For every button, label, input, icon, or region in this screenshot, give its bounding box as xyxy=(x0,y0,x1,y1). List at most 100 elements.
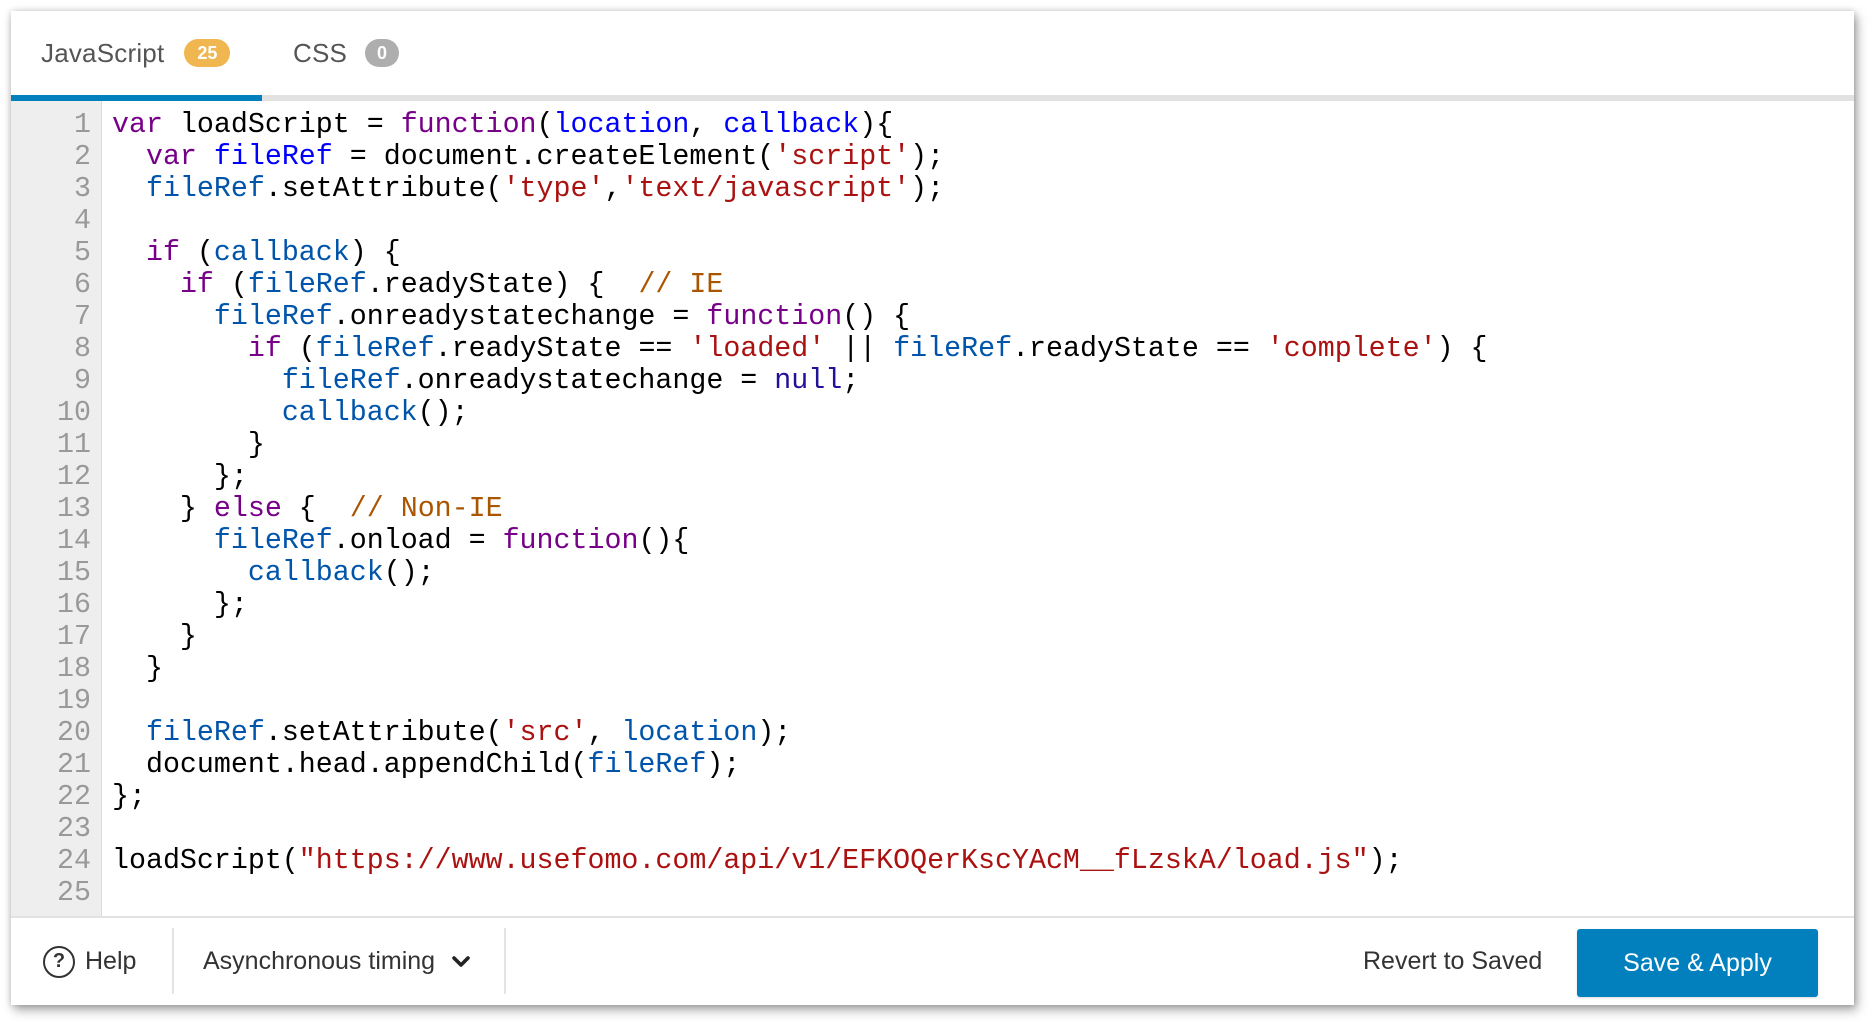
token-keyword: function xyxy=(502,525,639,557)
code-editor[interactable]: 1 var loadScript = function ( location, cal… xyxy=(11,101,1854,916)
line-number: 1 xyxy=(74,109,91,141)
timing-dropdown-label: Asynchronous timing xyxy=(203,947,436,975)
token-plain: } xyxy=(112,621,197,653)
code-line[interactable]: 22}; xyxy=(11,781,1854,813)
token-plain: { xyxy=(281,493,350,525)
code-text: document.head.appendChild(fileRef); xyxy=(112,749,740,781)
token-plain: ; xyxy=(842,365,860,397)
token-plain: ( xyxy=(213,269,248,301)
tab-css[interactable]: CSS 0 xyxy=(293,11,400,95)
code-line[interactable]: 3 fileRef.setAttribute('type','text/java… xyxy=(11,173,1854,205)
chevron-down-icon xyxy=(452,955,470,967)
token-plain: = document.createElement( xyxy=(332,141,775,173)
code-line[interactable]: 23 xyxy=(11,813,1854,845)
tab-javascript-label: JavaScript xyxy=(41,37,165,68)
code-text: }; xyxy=(112,781,146,813)
help-button[interactable]: ? Help xyxy=(43,918,136,1005)
code-line[interactable]: 6 if (fileRef.readyState) { // IE xyxy=(11,269,1854,301)
code-line[interactable]: 11 } xyxy=(11,429,1854,461)
token-plain: }; xyxy=(112,461,248,493)
save-and-apply-button[interactable]: Save & Apply xyxy=(1577,929,1818,997)
line-number: 21 xyxy=(57,749,91,781)
code-line[interactable]: 21 document.head.appendChild(fileRef); xyxy=(11,749,1854,781)
code-line[interactable]: 14 fileRef.onload = function(){ xyxy=(11,525,1854,557)
token-plain: loadScript( xyxy=(112,845,299,877)
code-line[interactable]: 17 } xyxy=(11,621,1854,653)
editor-footer: ? Help Asynchronous timing Revert to Sav… xyxy=(11,916,1854,1005)
token-var2: callback xyxy=(281,397,418,429)
code-line[interactable]: 13 } else { // Non-IE xyxy=(11,493,1854,525)
token-var2: location xyxy=(621,717,758,749)
code-line[interactable]: 5 if (callback) { xyxy=(11,237,1854,269)
tab-css-label: CSS xyxy=(293,37,348,68)
token-plain: (){ xyxy=(638,525,690,557)
token-keyword: var xyxy=(145,141,197,173)
token-comment: // IE xyxy=(638,269,724,301)
code-line[interactable]: 10 callback(); xyxy=(11,397,1854,429)
token-plain: ); xyxy=(1368,845,1403,877)
code-line[interactable]: 4 xyxy=(11,205,1854,237)
line-number: 14 xyxy=(57,525,91,557)
code-line[interactable]: 12 }; xyxy=(11,461,1854,493)
token-plain: loadScript = xyxy=(162,109,401,141)
token-var2: fileRef xyxy=(213,301,333,333)
code-text: } else { // Non-IE xyxy=(112,493,503,525)
code-line[interactable]: 15 callback(); xyxy=(11,557,1854,589)
token-plain: ) { xyxy=(349,237,401,269)
help-label: Help xyxy=(85,947,137,975)
code-line[interactable]: 25 xyxy=(11,877,1854,909)
question-circle-icon: ? xyxy=(43,945,75,978)
token-string: 'complete' xyxy=(1266,333,1437,365)
token-plain: ( xyxy=(179,237,214,269)
token-plain: , xyxy=(587,717,622,749)
tab-javascript[interactable]: JavaScript 25 xyxy=(41,11,231,95)
code-text: callback(); xyxy=(112,397,469,429)
code-text: } xyxy=(112,429,265,461)
code-line[interactable]: 24 loadScript("https://www.usefomo.com/ap… xyxy=(11,845,1854,877)
token-plain: ) { xyxy=(1436,333,1488,365)
token-def: callback xyxy=(723,109,860,141)
line-number: 11 xyxy=(57,429,91,461)
timing-dropdown[interactable]: Asynchronous timing xyxy=(203,918,471,1005)
token-plain: .readyState == xyxy=(434,333,690,365)
code-line[interactable]: 1 var loadScript = function(location, cal… xyxy=(11,109,1854,141)
css-count-badge: 0 xyxy=(365,39,400,67)
token-plain: } xyxy=(112,653,163,685)
code-lines[interactable]: 1 var loadScript = function ( location, cal… xyxy=(11,109,1854,909)
code-line[interactable]: 7 fileRef.onreadystatechange = function(… xyxy=(11,301,1854,333)
revert-to-saved-button[interactable]: Revert to Saved xyxy=(1363,918,1542,1005)
line-number: 10 xyxy=(57,397,91,429)
line-number: 4 xyxy=(74,205,91,237)
code-text: fileRef.onreadystatechange = null; xyxy=(112,365,859,397)
token-plain: } xyxy=(112,429,265,461)
code-line[interactable]: 16 }; xyxy=(11,589,1854,621)
token-plain: ); xyxy=(910,173,945,205)
line-number: 20 xyxy=(57,717,91,749)
token-plain: ); xyxy=(706,749,741,781)
code-line[interactable]: 20 fileRef.setAttribute('src', location)… xyxy=(11,717,1854,749)
code-text: } xyxy=(112,621,197,653)
code-text: loadScript("https://www.usefomo.com/api/… xyxy=(112,845,1403,877)
tab-bar: JavaScript 25 CSS 0 xyxy=(11,11,1854,101)
code-line[interactable]: 9 fileRef.onreadystatechange = null; xyxy=(11,365,1854,397)
code-editor-panel: JavaScript 25 CSS 0 1 var loadScript = fu… xyxy=(11,11,1854,1005)
code-line[interactable]: 2 var fileRef = document.createElement('… xyxy=(11,141,1854,173)
token-keyword: var xyxy=(112,109,163,141)
token-plain: .readyState) { xyxy=(366,269,639,301)
token-var2: fileRef xyxy=(247,269,367,301)
code-line[interactable]: 8 if (fileRef.readyState == 'loaded' || … xyxy=(11,333,1854,365)
line-number: 6 xyxy=(74,269,91,301)
code-line[interactable]: 19 xyxy=(11,685,1854,717)
token-plain: .onload = xyxy=(332,525,503,557)
token-var2: fileRef xyxy=(213,525,333,557)
token-keyword: if xyxy=(179,269,214,301)
code-line[interactable]: 18 } xyxy=(11,653,1854,685)
